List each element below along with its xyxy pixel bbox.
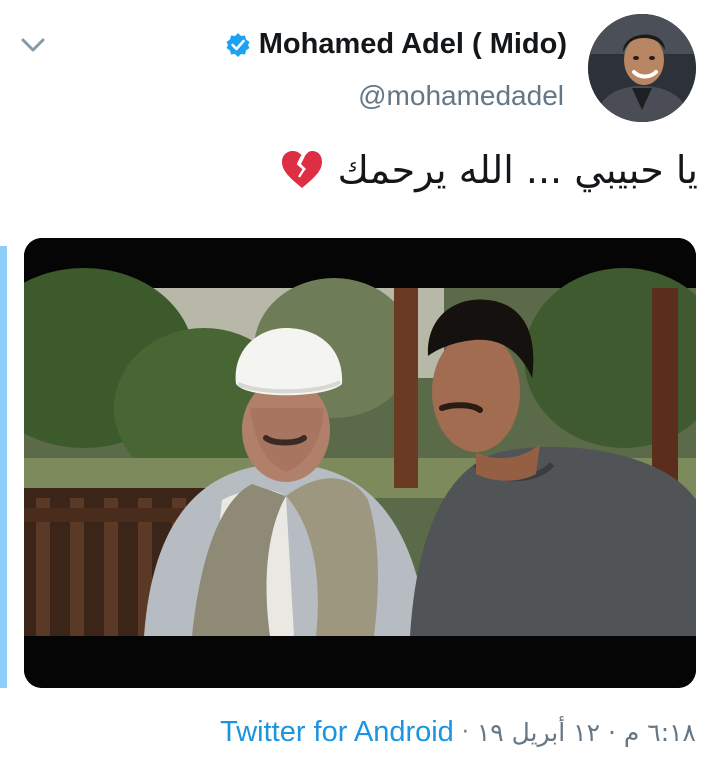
author-handle[interactable]: @mohamedadel	[358, 80, 564, 112]
author-name-row[interactable]: Mohamed Adel ( Mido)	[225, 28, 567, 61]
author-display-name: Mohamed Adel ( Mido)	[258, 28, 567, 60]
tweet-footer: Twitter for Android · ٦:١٨ م · ١٢ أبريل …	[220, 716, 696, 749]
footer-separator: ·	[461, 720, 469, 745]
tweet-media-image[interactable]	[24, 238, 696, 688]
tweet-timestamp[interactable]: ٦:١٨ م · ١٢ أبريل ١٩	[477, 718, 696, 747]
tweet-options-caret[interactable]	[18, 32, 48, 58]
avatar-photo	[588, 14, 696, 122]
tweet-card: Mohamed Adel ( Mido) @mohamedadel يا حبي…	[0, 0, 720, 779]
chevron-down-icon	[21, 38, 45, 52]
tweet-text: يا حبيبي ... الله يرحمك	[280, 148, 698, 192]
tweet-source-link[interactable]: Twitter for Android	[220, 716, 454, 749]
thread-indicator	[0, 246, 7, 688]
verified-badge-icon	[225, 32, 251, 58]
broken-heart-icon	[280, 150, 324, 190]
movie-still-photo	[24, 238, 696, 688]
author-avatar[interactable]	[588, 14, 696, 122]
tweet-text-body: يا حبيبي ... الله يرحمك	[337, 148, 698, 192]
